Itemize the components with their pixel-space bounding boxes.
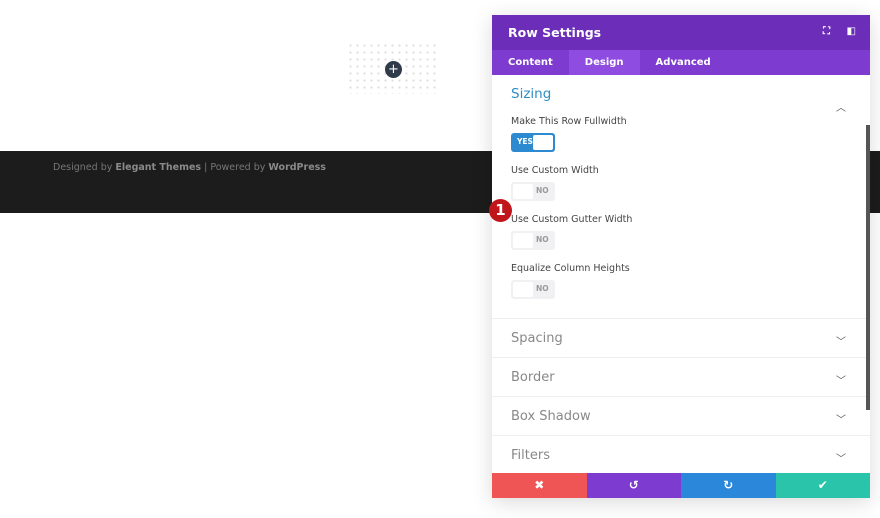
fullscreen-icon[interactable]: ⛶ [823,26,830,37]
sizing-title[interactable]: Sizing [511,86,851,108]
wordpress-link[interactable]: WordPress [268,162,326,173]
add-module-button[interactable]: + [385,61,402,78]
fullwidth-label: Make This Row Fullwidth [511,116,627,127]
tab-content[interactable]: Content [492,50,569,75]
gutter-width-toggle[interactable]: NO [511,231,555,250]
custom-width-label: Use Custom Width [511,165,599,176]
gutter-width-label: Use Custom Gutter Width [511,214,633,225]
footer-credits: Designed by Elegant Themes | Powered by … [53,162,326,173]
chevron-down-icon: ﹀ [836,454,846,465]
row-settings-panel: Row Settings ⛶ ◧ Content Design Advanced… [489,15,870,498]
group-border[interactable]: Border ﹀ [492,357,870,396]
action-bar: ✖ ↺ ↻ ✔ [492,473,870,498]
sidebar-toggle-icon[interactable]: ◧ [847,26,856,37]
tab-bar: Content Design Advanced [492,50,870,75]
panel-title: Row Settings [508,25,602,40]
equalize-heights-label: Equalize Column Heights [511,263,630,274]
group-spacing[interactable]: Spacing ﹀ [492,318,870,357]
group-box-shadow[interactable]: Box Shadow ﹀ [492,396,870,435]
chevron-down-icon: ﹀ [836,337,846,348]
chevron-down-icon: ﹀ [836,376,846,387]
tab-design[interactable]: Design [568,50,640,75]
tab-advanced[interactable]: Advanced [640,50,727,75]
chevron-down-icon: ﹀ [836,415,846,426]
panel-header[interactable]: Row Settings ⛶ ◧ [492,15,870,50]
fullwidth-toggle[interactable]: YES [511,133,555,152]
elegant-themes-link[interactable]: Elegant Themes [115,162,201,173]
redo-button[interactable]: ↻ [681,473,776,498]
equalize-heights-toggle[interactable]: NO [511,280,555,299]
chevron-up-icon[interactable]: ︿ [836,99,846,114]
cancel-button[interactable]: ✖ [492,473,587,498]
scrollbar[interactable] [866,125,870,410]
group-filters[interactable]: Filters ﹀ [492,435,870,474]
step-badge: 1 [489,199,512,222]
save-button[interactable]: ✔ [775,473,870,498]
custom-width-toggle[interactable]: NO [511,182,555,201]
undo-button[interactable]: ↺ [586,473,681,498]
sizing-section: Sizing ︿ Make This Row Fullwidth YES Use… [489,86,870,299]
